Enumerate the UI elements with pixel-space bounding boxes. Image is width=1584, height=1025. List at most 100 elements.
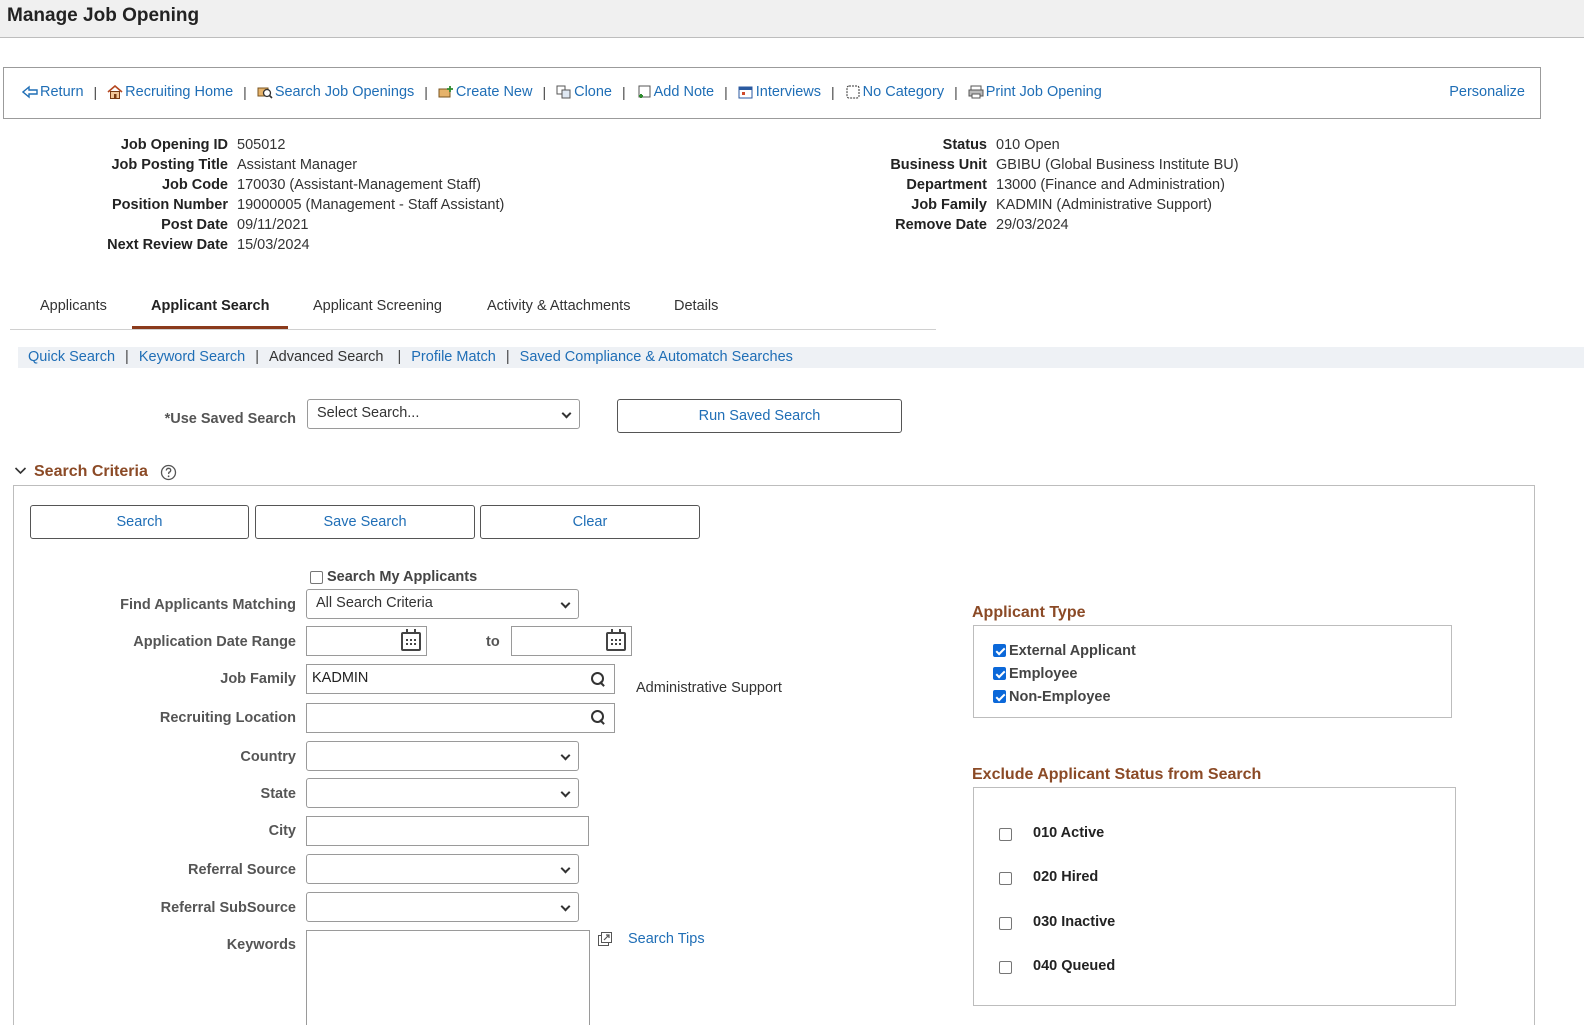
calendar-icon [738,86,753,99]
position-number-value: 19000005 (Management - Staff Assistant) [237,197,505,213]
interviews-link[interactable]: Interviews [738,84,821,100]
job-family-input[interactable]: KADMIN [306,664,615,694]
tab-applicants[interactable]: Applicants [40,298,107,314]
status-030-inactive-label: 030 Inactive [1033,914,1116,930]
search-job-openings-link[interactable]: Search Job Openings [257,84,414,100]
non-employee-checkbox[interactable] [993,690,1006,703]
toolbar-separator: | [831,84,835,100]
use-saved-search-label: *Use Saved Search [164,411,296,427]
clear-button[interactable]: Clear [480,505,700,539]
job-opening-id-label: Job Opening ID [120,137,228,153]
job-opening-id-value: 505012 [237,137,286,153]
job-code-label: Job Code [161,177,228,193]
non-employee-label: Non-Employee [1009,689,1111,705]
add-note-icon [638,85,651,98]
saved-compliance-searches-link[interactable]: Saved Compliance & Automatch Searches [520,349,793,365]
external-applicant-checkbox[interactable] [993,644,1006,657]
recruiting-home-link[interactable]: Recruiting Home [107,84,233,100]
no-category-link[interactable]: No Category [845,84,944,100]
country-label: Country [240,749,296,765]
subnav-separator: | [255,349,259,365]
search-icon[interactable] [590,671,606,687]
business-unit-value: GBIBU (Global Business Institute BU) [996,157,1239,173]
page-title: Manage Job Opening [7,5,200,26]
search-button[interactable]: Search [30,505,249,539]
recruiting-location-label: Recruiting Location [159,710,296,726]
keyword-search-link[interactable]: Keyword Search [139,349,245,365]
post-date-value: 09/11/2021 [237,217,309,233]
keywords-textarea[interactable] [306,930,590,1025]
expand-window-icon[interactable] [597,931,613,947]
calendar-icon[interactable] [401,629,421,651]
advanced-search-current: Advanced Search [269,349,384,365]
clone-link[interactable]: Clone [556,84,612,100]
active-tab-indicator [132,326,288,329]
search-criteria-title[interactable]: Search Criteria [34,463,148,481]
job-family-label: Job Family [220,671,296,687]
return-link[interactable]: Return [22,84,84,100]
tab-applicant-search[interactable]: Applicant Search [151,298,269,314]
page-header: Manage Job Opening [0,0,1584,38]
toolbar-separator: | [622,84,626,100]
chevron-down-icon [560,901,571,912]
status-010-active-label: 010 Active [1033,825,1105,841]
department-label: Department [906,177,987,193]
chevron-down-icon [560,750,571,761]
application-date-range-label: Application Date Range [133,634,296,650]
state-select[interactable] [306,778,579,808]
job-family-description: Administrative Support [636,680,782,696]
status-030-inactive-checkbox[interactable] [999,917,1012,930]
date-range-to-label: to [486,634,500,650]
country-select[interactable] [306,741,579,771]
recruiting-location-input[interactable] [306,703,615,733]
tab-details[interactable]: Details [674,298,718,314]
add-note-link[interactable]: Add Note [636,84,714,100]
tab-applicant-screening[interactable]: Applicant Screening [313,298,442,314]
state-label: State [260,786,296,802]
action-toolbar: Return | Recruiting Home | Search Job Op… [3,67,1541,119]
employee-checkbox[interactable] [993,667,1006,680]
find-applicants-matching-label: Find Applicants Matching [120,597,296,613]
job-family-info-label: Job Family [911,197,987,213]
tab-activity-attachments[interactable]: Activity & Attachments [487,298,630,314]
employee-label: Employee [1009,666,1078,682]
quick-search-link[interactable]: Quick Search [28,349,115,365]
job-posting-title-label: Job Posting Title [111,157,228,173]
saved-search-select[interactable]: Select Search... [307,399,580,429]
create-new-link[interactable]: Create New [438,84,532,100]
status-040-queued-label: 040 Queued [1033,958,1116,974]
subnav-separator: | [505,349,510,365]
profile-match-link[interactable]: Profile Match [411,349,496,365]
toolbar-separator: | [93,84,98,100]
referral-subsource-select[interactable] [306,892,579,922]
save-search-button[interactable]: Save Search [255,505,475,539]
exclude-status-title: Exclude Applicant Status from Search [972,766,1262,783]
status-020-hired-checkbox[interactable] [999,872,1012,885]
job-opening-tabs: Applicants Applicant Search Applicant Sc… [10,292,936,330]
status-020-hired-label: 020 Hired [1033,869,1099,885]
search-my-applicants-checkbox[interactable] [310,571,323,584]
position-number-label: Position Number [111,197,228,213]
status-040-queued-checkbox[interactable] [999,961,1012,974]
find-applicants-matching-select[interactable]: All Search Criteria [306,589,579,619]
toolbar-separator: | [424,84,428,100]
referral-source-select[interactable] [306,854,579,884]
run-saved-search-button[interactable]: Run Saved Search [617,399,902,433]
referral-source-label: Referral Source [188,862,296,878]
search-icon[interactable] [590,709,606,725]
city-input[interactable] [306,816,589,846]
next-review-date-value: 15/03/2024 [237,237,310,253]
department-value: 13000 (Finance and Administration) [996,177,1225,193]
status-010-active-checkbox[interactable] [999,828,1012,841]
help-icon[interactable] [160,464,177,481]
clone-icon [556,85,571,99]
next-review-date-label: Next Review Date [107,237,228,253]
collapse-chevron-icon[interactable] [14,466,27,476]
personalize-link[interactable]: Personalize [1449,84,1525,100]
status-value: 010 Open [996,137,1060,153]
print-job-opening-link[interactable]: Print Job Opening [968,84,1102,100]
search-tips-link[interactable]: Search Tips [628,931,705,947]
calendar-icon[interactable] [606,629,626,651]
chevron-down-icon [560,863,571,874]
return-arrow-icon [22,85,38,99]
